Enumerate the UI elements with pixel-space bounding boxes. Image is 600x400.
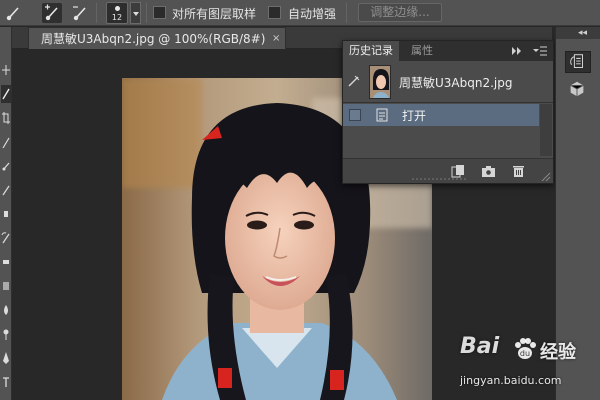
options-separator <box>346 3 347 23</box>
move-tool-icon[interactable] <box>1 61 11 79</box>
healing-brush-tool-icon[interactable] <box>1 157 11 175</box>
brush-tool-icon[interactable] <box>4 3 24 23</box>
options-separator <box>96 3 97 23</box>
snapshot-thumbnail <box>369 65 391 99</box>
brush-tool-icon[interactable] <box>1 181 11 199</box>
history-brush-source-icon[interactable] <box>347 74 361 88</box>
tools-panel <box>0 27 12 400</box>
dock-header: ◂◂ <box>556 27 600 39</box>
panel-menu-icon[interactable] <box>532 45 548 57</box>
resize-grip-icon[interactable] <box>539 171 551 181</box>
crop-tool-icon[interactable] <box>1 109 11 127</box>
dodge-tool-icon[interactable] <box>1 325 11 343</box>
tab-properties[interactable]: 属性 <box>405 41 439 61</box>
blur-tool-icon[interactable] <box>1 301 11 319</box>
clone-stamp-tool-icon[interactable] <box>1 205 11 223</box>
history-icon[interactable] <box>565 51 591 73</box>
watermark-logo-text: Bai <box>460 334 500 359</box>
history-brush-source-checkbox[interactable] <box>349 109 361 121</box>
close-icon[interactable]: × <box>272 28 280 49</box>
trash-icon[interactable] <box>511 164 526 178</box>
cube-icon[interactable] <box>565 79 591 101</box>
pen-tool-icon[interactable] <box>1 349 11 367</box>
history-panel: 历史记录 属性 周慧敏U3Abqn2.jpg 打开 <box>342 40 554 184</box>
document-icon <box>376 108 388 122</box>
tab-history[interactable]: 历史记录 <box>343 41 399 61</box>
panel-scrollbar[interactable] <box>540 104 552 156</box>
history-snapshot[interactable]: 周慧敏U3Abqn2.jpg <box>343 63 553 101</box>
sample-all-layers-checkbox[interactable] <box>153 6 166 19</box>
eyedropper-tool-icon[interactable] <box>1 133 11 151</box>
options-separator <box>146 3 147 23</box>
gradient-tool-icon[interactable] <box>1 277 11 295</box>
history-state-label: 打开 <box>402 109 427 123</box>
watermark-url: jingyan.baidu.com <box>460 374 562 387</box>
refine-edge-button[interactable]: 调整边缘... <box>358 3 442 22</box>
type-tool-icon[interactable] <box>1 373 11 391</box>
auto-enhance-label: 自动增强 <box>288 7 337 21</box>
brush-tip-icon <box>115 6 120 11</box>
brush-size-picker[interactable]: 12 <box>106 2 128 24</box>
brush-size-value: 12 <box>111 13 123 22</box>
options-bar: 12 对所有图层取样 自动增强 调整边缘... <box>0 0 600 26</box>
panel-drag-handle[interactable] <box>410 176 470 182</box>
document-tab-title: 周慧敏U3Abqn2.jpg @ 100%(RGB/8#) <box>41 32 266 46</box>
svg-text:du: du <box>520 349 530 358</box>
quick-selection-tool-icon[interactable] <box>1 85 11 103</box>
document-tab[interactable]: 周慧敏U3Abqn2.jpg @ 100%(RGB/8#) × <box>28 27 287 49</box>
baidu-paw-icon: du <box>515 338 536 359</box>
panel-tab-bar: 历史记录 属性 <box>343 41 553 61</box>
brush-tool-minus-icon[interactable] <box>70 3 90 23</box>
history-brush-tool-icon[interactable] <box>1 229 11 247</box>
expand-panel-icon[interactable] <box>511 46 523 56</box>
watermark-jingyan-text: 经验 <box>540 342 576 363</box>
auto-enhance-checkbox[interactable] <box>268 6 281 19</box>
brush-tool-plus-icon[interactable] <box>42 3 62 23</box>
baidu-jingyan-watermark: Bai du 经验 jingyan.baidu.com <box>460 334 600 400</box>
camera-icon[interactable] <box>481 164 496 178</box>
history-state-open[interactable]: 打开 <box>343 104 539 126</box>
panel-divider <box>343 102 553 103</box>
sample-all-layers-label: 对所有图层取样 <box>172 7 257 21</box>
collapse-dock-icon[interactable]: ◂◂ <box>578 27 587 39</box>
brush-size-dropdown[interactable] <box>130 2 141 24</box>
snapshot-label: 周慧敏U3Abqn2.jpg <box>399 76 513 90</box>
eraser-tool-icon[interactable] <box>1 253 11 271</box>
